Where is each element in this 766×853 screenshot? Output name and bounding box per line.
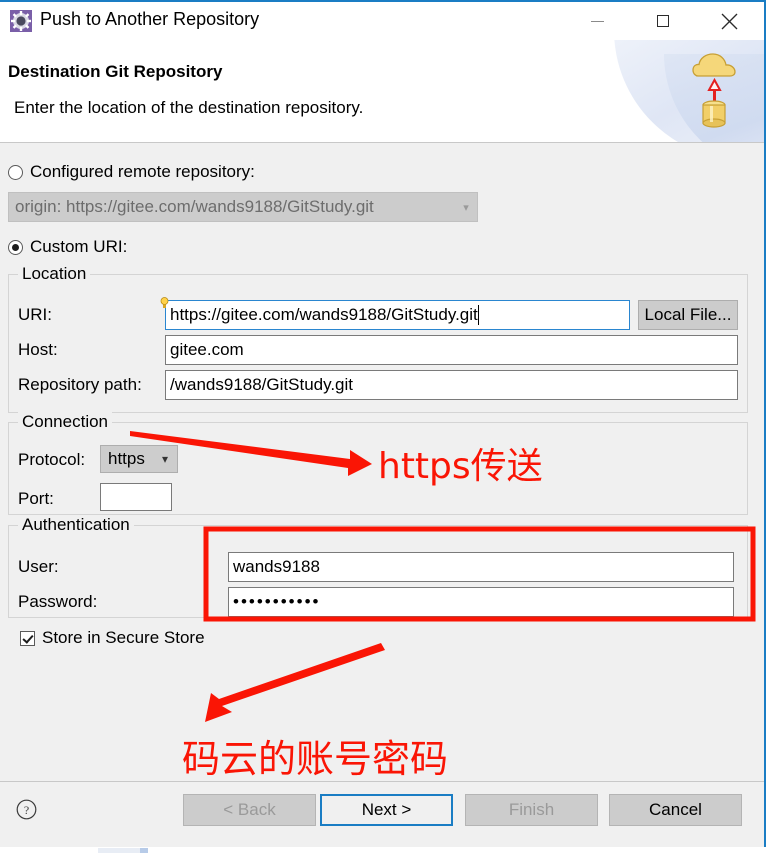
user-label: User:	[18, 557, 59, 576]
store-secure-store-checkbox[interactable]: Store in Secure Store	[20, 628, 205, 648]
back-button[interactable]: < Back	[183, 794, 316, 826]
port-input[interactable]	[100, 483, 172, 511]
radio-label-custom-uri: Custom URI:	[30, 237, 128, 256]
remote-repository-combo[interactable]: origin: https://gitee.com/wands9188/GitS…	[8, 192, 478, 222]
password-input[interactable]: •••••••••••	[228, 587, 734, 617]
radio-icon-custom-uri	[8, 239, 23, 255]
host-label: Host:	[18, 340, 58, 359]
password-label: Password:	[18, 592, 98, 611]
cloud-upload-database-icon	[676, 46, 752, 132]
remote-repository-value: origin: https://gitee.com/wands9188/GitS…	[15, 197, 374, 216]
help-question-icon[interactable]: ?	[16, 799, 37, 825]
chevron-down-icon: ▾	[463, 201, 469, 214]
dialog-content: Configured remote repository: origin: ht…	[0, 143, 764, 781]
checkbox-icon	[20, 630, 35, 646]
protocol-value: https	[108, 449, 145, 468]
password-value: •••••••••••	[233, 592, 321, 611]
repository-path-label: Repository path:	[18, 375, 142, 394]
user-value: wands9188	[233, 557, 320, 576]
minimize-button[interactable]	[574, 2, 620, 40]
minimize-icon	[590, 20, 604, 22]
local-file-button[interactable]: Local File...	[638, 300, 738, 330]
maximize-button[interactable]	[640, 2, 686, 40]
uri-label: URI:	[18, 305, 52, 324]
uri-input[interactable]: https://gitee.com/wands9188/GitStudy.git	[165, 300, 630, 330]
radio-icon-configured-remote	[8, 164, 23, 180]
store-secure-store-label: Store in Secure Store	[42, 628, 205, 647]
maximize-icon	[657, 15, 669, 27]
authentication-group-title: Authentication	[18, 515, 134, 535]
repository-path-value: /wands9188/GitStudy.git	[170, 375, 354, 394]
close-icon	[721, 13, 737, 29]
lightbulb-icon	[160, 296, 169, 308]
port-label: Port:	[18, 489, 54, 508]
page-description: Enter the location of the destination re…	[14, 98, 364, 117]
protocol-select[interactable]: https ▾	[100, 445, 178, 473]
repository-path-input[interactable]: /wands9188/GitStudy.git	[165, 370, 738, 400]
host-input[interactable]: gitee.com	[165, 335, 738, 365]
chevron-down-icon: ▾	[161, 452, 168, 466]
page-title: Destination Git Repository	[8, 62, 223, 81]
gear-icon	[10, 10, 32, 32]
host-value: gitee.com	[170, 340, 244, 359]
dialog-window: Push to Another Repository Destination G…	[0, 0, 766, 853]
connection-group-title: Connection	[18, 412, 113, 432]
radio-label-configured-remote: Configured remote repository:	[30, 162, 255, 181]
cancel-button[interactable]: Cancel	[609, 794, 742, 826]
dialog-header: Destination Git Repository Enter the loc…	[0, 40, 764, 143]
location-group-title: Location	[18, 264, 91, 284]
text-caret	[477, 305, 479, 325]
close-button[interactable]	[706, 2, 752, 40]
uri-value: https://gitee.com/wands9188/GitStudy.git	[170, 305, 478, 324]
next-button[interactable]: Next >	[320, 794, 453, 826]
protocol-label: Protocol:	[18, 450, 86, 469]
radio-configured-remote[interactable]: Configured remote repository:	[8, 162, 255, 182]
svg-text:?: ?	[24, 803, 29, 817]
finish-button[interactable]: Finish	[465, 794, 598, 826]
window-title: Push to Another Repository	[40, 9, 260, 29]
radio-custom-uri[interactable]: Custom URI:	[8, 237, 127, 257]
title-bar: Push to Another Repository	[0, 2, 764, 40]
user-input[interactable]: wands9188	[228, 552, 734, 582]
